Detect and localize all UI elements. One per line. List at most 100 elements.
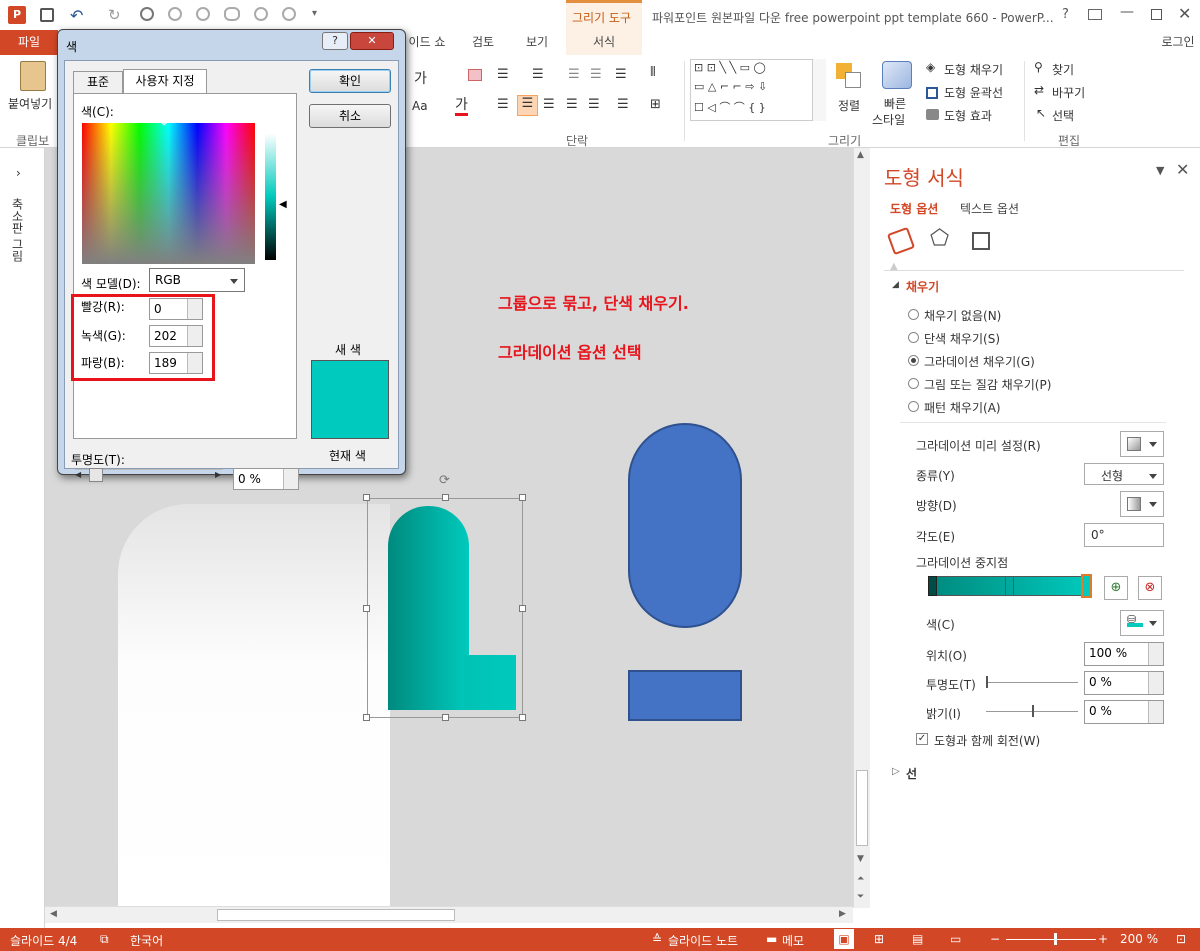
red-input[interactable]: 0 <box>149 298 203 320</box>
spin-arrows[interactable] <box>283 469 298 489</box>
spin-arrows[interactable] <box>1148 672 1163 694</box>
fill-option-label[interactable]: 그림 또는 질감 채우기(P) <box>924 376 1051 393</box>
select-button[interactable]: 선택 <box>1052 107 1074 124</box>
quick-styles-icon[interactable] <box>882 61 912 89</box>
qat-icon-3[interactable] <box>196 7 210 21</box>
bullets-icon[interactable]: ☰ <box>497 67 509 82</box>
resize-handle[interactable] <box>519 494 526 501</box>
prev-slide-icon[interactable]: ⏶ <box>857 874 864 884</box>
tab-review[interactable]: 검토 <box>458 30 508 55</box>
gradient-stop-1[interactable] <box>1005 576 1014 596</box>
zoom-slider-thumb[interactable] <box>1054 933 1057 945</box>
ok-button[interactable]: 확인 <box>309 69 391 93</box>
panel-close-icon[interactable]: ✕ <box>1176 160 1189 179</box>
expand-thumbnails-icon[interactable]: › <box>16 166 21 180</box>
next-slide-icon[interactable]: ⏷ <box>857 892 864 902</box>
rotate-handle-icon[interactable]: ⟳ <box>439 473 450 488</box>
scroll-left-icon[interactable]: ◀ <box>50 909 57 919</box>
increase-indent-icon[interactable]: ☰ <box>590 67 602 82</box>
qat-icon-6[interactable] <box>282 7 296 21</box>
transparency-left-icon[interactable]: ◀ <box>75 470 81 479</box>
change-case-icon[interactable]: Aa <box>412 99 428 113</box>
angle-input[interactable]: 0° <box>1084 523 1164 547</box>
qat-icon-4[interactable] <box>224 7 240 21</box>
decrease-indent-icon[interactable]: ☰ <box>568 67 580 82</box>
scroll-down-icon[interactable]: ▼ <box>857 854 864 864</box>
vertical-scrollbar[interactable]: ▲ ▼ ⏶ ⏷ <box>853 148 870 908</box>
blue-rectangle-shape[interactable] <box>628 670 742 721</box>
tab-standard[interactable]: 표준 <box>73 71 123 93</box>
shapes-gallery[interactable]: ⊡ ⊡ ╲ ╲ ▭ ◯ ▭ △ ⌐ ⌐ ⇨ ⇩ ☐ ◁ ⌒ ⌒ { } <box>690 59 826 121</box>
rotate-with-shape-checkbox[interactable]: ✓ <box>916 733 928 745</box>
find-button[interactable]: 찾기 <box>1052 61 1074 78</box>
replace-icon[interactable]: ⇄ <box>1034 83 1044 97</box>
align-center-icon[interactable]: ☰ <box>517 95 538 116</box>
resize-handle[interactable] <box>363 714 370 721</box>
spin-arrows[interactable] <box>187 353 202 373</box>
transparency-right-icon[interactable]: ▶ <box>215 470 221 479</box>
radio-pattern-fill[interactable] <box>908 401 919 412</box>
notes-icon[interactable]: ≙ <box>652 932 662 946</box>
fill-section-toggle-icon[interactable]: ◢ <box>892 280 899 290</box>
comments-button[interactable]: 메모 <box>782 932 804 949</box>
radio-solid-fill[interactable] <box>908 332 919 343</box>
resize-handle[interactable] <box>519 605 526 612</box>
shape-fill-icon[interactable]: ◈ <box>926 60 935 74</box>
fill-option-label[interactable]: 단색 채우기(S) <box>924 330 1000 347</box>
shape-row2-icon[interactable]: ▭ △ ⌐ ⌐ ⇨ ⇩ <box>694 80 767 93</box>
redo-icon[interactable]: ↻ <box>108 6 121 24</box>
arrange-icon[interactable] <box>836 63 862 89</box>
paste-button[interactable]: 붙여넣기 <box>8 95 52 112</box>
paste-icon[interactable] <box>20 61 46 91</box>
resize-handle[interactable] <box>442 714 449 721</box>
slide-sorter-view-icon[interactable]: ⊞ <box>874 932 884 946</box>
comments-icon[interactable]: ▬ <box>766 932 777 946</box>
align-right-icon[interactable]: ☰ <box>543 97 555 112</box>
effects-icon[interactable]: ⬠ <box>930 226 949 251</box>
panel-options-icon[interactable]: ▼ <box>1156 164 1164 177</box>
notes-button[interactable]: 슬라이드 노트 <box>668 932 738 949</box>
justify-icon[interactable]: ☰ <box>566 97 578 112</box>
spellcheck-icon[interactable]: ⧉ <box>100 932 109 947</box>
tab-shape-options[interactable]: 도형 옵션 <box>890 200 938 217</box>
login-link[interactable]: 로그인 <box>1156 30 1200 55</box>
spin-arrows[interactable] <box>1148 701 1163 723</box>
scroll-right-icon[interactable]: ▶ <box>839 909 846 919</box>
tab-view[interactable]: 보기 <box>512 30 562 55</box>
shape-outline-icon[interactable] <box>926 87 938 99</box>
line-section-header[interactable]: 선 <box>906 765 917 782</box>
shape-outline-button[interactable]: 도형 윤곽선 <box>944 84 1003 101</box>
arrange-button[interactable]: 정렬 <box>838 97 860 114</box>
luminance-arrow-icon[interactable]: ◀ <box>279 199 287 210</box>
luminance-slider[interactable] <box>265 133 276 260</box>
radio-no-fill[interactable] <box>908 309 919 320</box>
tab-slideshow[interactable]: 이드 쇼 <box>398 30 456 55</box>
teal-foot-rect[interactable] <box>464 655 516 710</box>
teal-rounded-bar[interactable] <box>388 506 469 710</box>
font-color-icon[interactable]: 가 <box>455 97 468 116</box>
maximize-button[interactable] <box>1151 9 1162 20</box>
resize-handle[interactable] <box>519 714 526 721</box>
save-icon[interactable] <box>40 8 54 22</box>
color-model-dropdown[interactable]: RGB <box>149 268 245 292</box>
brightness-input[interactable]: 0 % <box>1084 700 1164 724</box>
resize-handle[interactable] <box>442 494 449 501</box>
qat-icon-5[interactable] <box>254 7 268 21</box>
cancel-button[interactable]: 취소 <box>309 104 391 128</box>
teal-group-shape[interactable] <box>388 506 516 710</box>
clear-format-icon[interactable] <box>468 69 482 81</box>
ribbon-display-icon[interactable] <box>1088 9 1102 20</box>
shape-row3-icon[interactable]: ☐ ◁ ⌒ ⌒ { } <box>694 99 766 115</box>
smartart-icon[interactable]: ⊞ <box>650 97 661 112</box>
remove-gradient-stop-icon[interactable]: ⊗ <box>1138 576 1162 600</box>
replace-button[interactable]: 바꾸기 <box>1052 84 1085 101</box>
fill-section-header[interactable]: 채우기 <box>906 278 939 295</box>
fill-line-icon[interactable] <box>886 226 916 256</box>
numbering-icon[interactable]: ☰ <box>532 67 544 82</box>
align-left-icon[interactable]: ☰ <box>497 97 509 112</box>
zoom-level[interactable]: 200 % <box>1120 932 1158 946</box>
resize-handle[interactable] <box>363 605 370 612</box>
zoom-slider[interactable] <box>1006 939 1096 940</box>
scroll-up-icon[interactable]: ▲ <box>857 150 864 160</box>
fill-option-label[interactable]: 그라데이션 채우기(G) <box>924 353 1035 370</box>
